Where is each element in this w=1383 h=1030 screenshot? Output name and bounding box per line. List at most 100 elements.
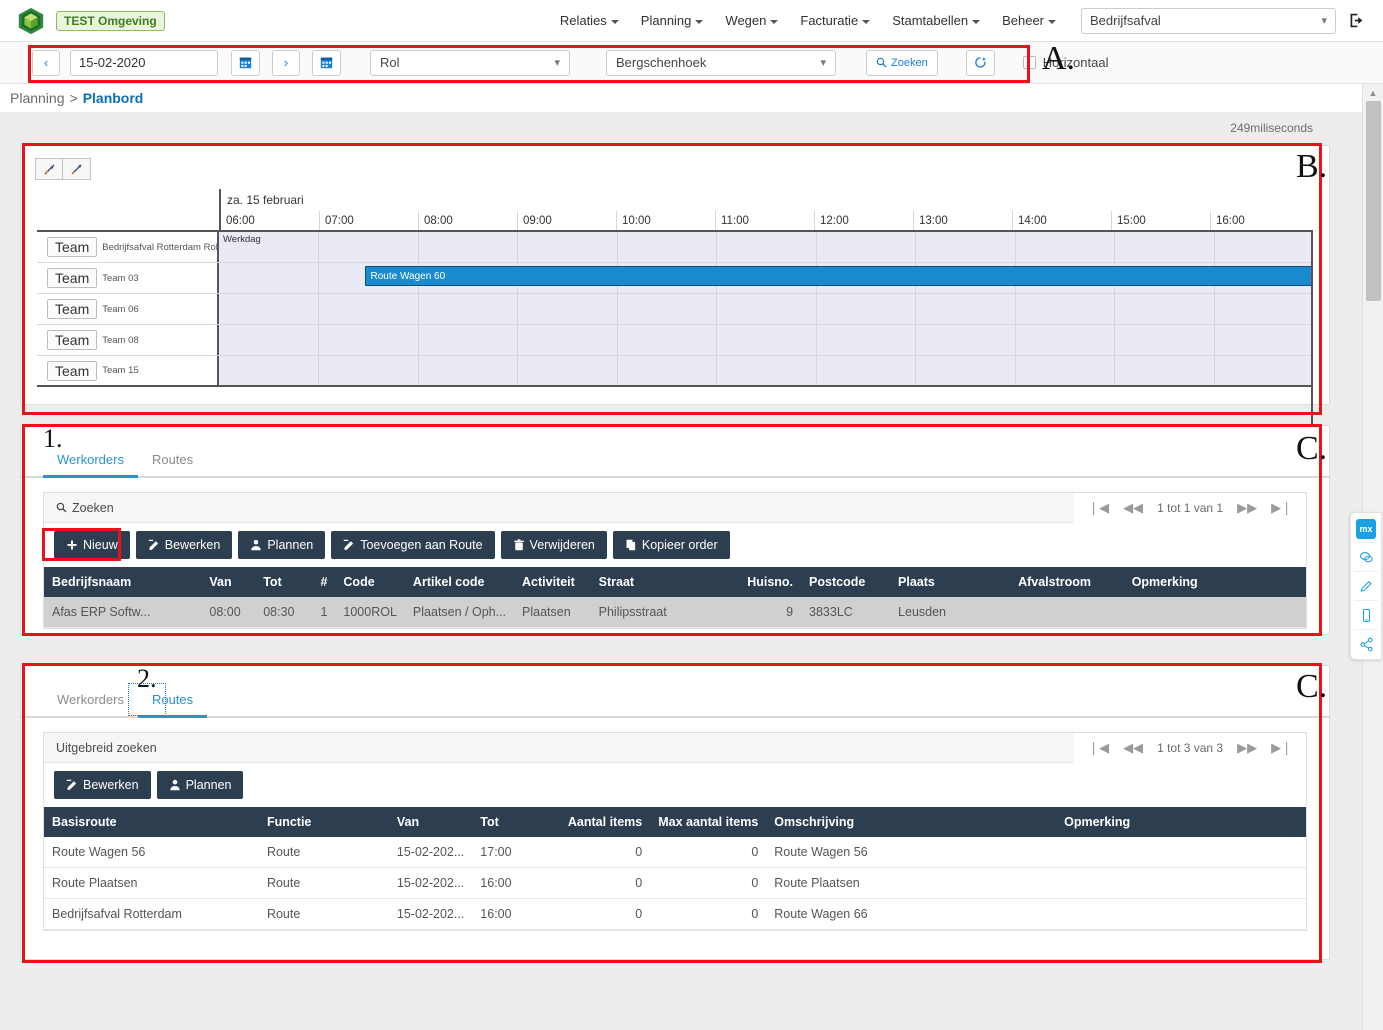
pager-first-button[interactable]: ❘◀ (1088, 500, 1109, 516)
team-badge-button[interactable]: Team (47, 268, 98, 288)
kopieer-order-button[interactable]: Kopieer order (612, 531, 730, 559)
bewerken-button[interactable]: Bewerken (135, 531, 233, 559)
gantt-lane[interactable]: Route Wagen 60 (219, 263, 1313, 293)
column-header[interactable]: Tot (472, 807, 539, 837)
team-badge-button[interactable]: Team (47, 299, 98, 319)
tab-routes[interactable]: Routes (138, 446, 207, 476)
column-header[interactable]: Activiteit (514, 567, 591, 597)
gantt-gridline (616, 294, 618, 324)
mendix-logo-icon[interactable]: mx (1356, 519, 1376, 539)
column-header[interactable]: Functie (258, 807, 389, 837)
team-badge-button[interactable]: Team (47, 330, 98, 350)
toevoegen-aan-route-button[interactable]: Toevoegen aan Route (331, 531, 495, 559)
scroll-up-arrow[interactable]: ▲ (1363, 84, 1383, 101)
team-badge-button[interactable]: Team (47, 360, 98, 381)
tab-werkorders[interactable]: Werkorders (43, 446, 138, 478)
refresh-button[interactable] (965, 49, 995, 76)
column-header[interactable]: Bedrijfsnaam (44, 567, 202, 597)
table-row[interactable]: Afas ERP Softw... 08:00 08:30 1 1000ROL Plaat… (44, 597, 1306, 628)
column-header[interactable]: Omschrijving (766, 807, 1057, 837)
werkorders-search-row[interactable]: Zoeken ❘◀ ◀◀ 1 tot 1 van 1 ▶▶ ▶❘ (44, 492, 1306, 523)
pager-last-button[interactable]: ▶❘ (1271, 500, 1292, 516)
column-header[interactable]: Plaats (890, 567, 1011, 597)
werkorders-table: Bedrijfsnaam Van Tot # Code Artikel code Activ… (44, 567, 1306, 628)
column-header[interactable]: Code (335, 567, 405, 597)
column-header[interactable]: Tot (255, 567, 305, 597)
horizontaal-toggle[interactable]: Horizontaal (1022, 55, 1108, 70)
table-cell: 3833LC (801, 597, 891, 628)
bewerken-button[interactable]: Bewerken (54, 771, 151, 799)
search-button[interactable]: Zoeken (866, 49, 938, 76)
gantt-gridline (1213, 232, 1215, 262)
column-header[interactable]: Basisroute (44, 807, 259, 837)
column-header[interactable]: Opmerking (1123, 567, 1306, 597)
routes-search-row[interactable]: Uitgebreid zoeken ❘◀ ◀◀ 1 tot 3 van 3 ▶▶… (44, 732, 1306, 763)
column-header[interactable]: # (304, 567, 336, 597)
table-row[interactable]: Route Wagen 56 Route 15-02-202... 17:00 0 0 Ro… (44, 837, 1306, 868)
app-logo-icon[interactable] (16, 6, 46, 36)
next-day-button[interactable]: › (272, 49, 300, 76)
rol-select[interactable]: Rol ▾ (370, 49, 570, 76)
nav-item-stamtabellen[interactable]: Stamtabellen (881, 7, 991, 34)
scrollbar-thumb[interactable] (1366, 101, 1381, 301)
column-header[interactable]: Postcode (801, 567, 891, 597)
company-select[interactable]: Bedrijfsafval ▾ (1081, 7, 1336, 34)
mobile-icon[interactable] (1354, 600, 1378, 626)
gantt-lane[interactable] (219, 294, 1313, 324)
nieuw-button[interactable]: Nieuw (54, 531, 130, 559)
prev-day-button[interactable]: ‹ (32, 49, 60, 76)
gantt-row[interactable]: Team Team 06 (37, 294, 1313, 325)
column-header[interactable]: Max aantal items (650, 807, 767, 837)
gantt-lane[interactable]: Werkdag (219, 232, 1313, 262)
plannen-button[interactable]: Plannen (238, 531, 326, 559)
nav-item-wegen[interactable]: Wegen (714, 7, 789, 34)
gantt-row[interactable]: Team Team 08 (37, 325, 1313, 356)
expand-button[interactable] (63, 158, 91, 180)
feedback-icon[interactable] (1354, 542, 1378, 568)
nav-item-facturatie[interactable]: Facturatie (789, 7, 881, 34)
pager-last-button[interactable]: ▶❘ (1271, 740, 1292, 756)
plannen-button[interactable]: Plannen (156, 771, 244, 799)
pager-next-button[interactable]: ▶▶ (1237, 740, 1257, 756)
werkorders-table-body: Afas ERP Softw... 08:00 08:30 1 1000ROL Plaat… (44, 597, 1306, 628)
column-header[interactable]: Van (201, 567, 256, 597)
column-header[interactable]: Afvalstroom (1010, 567, 1124, 597)
gantt-lane[interactable] (219, 325, 1313, 355)
nav-item-beheer[interactable]: Beheer (991, 7, 1067, 34)
table-row[interactable]: Route Plaatsen Route 15-02-202... 16:00 0 0 Ro… (44, 867, 1306, 899)
pager-prev-button[interactable]: ◀◀ (1123, 740, 1143, 756)
date-input[interactable]: 15-02-2020 (70, 49, 218, 76)
plaats-select[interactable]: Bergschenhoek ▾ (606, 49, 836, 76)
column-header[interactable]: Opmerking (1056, 807, 1306, 837)
column-header[interactable]: Huisno. (739, 567, 802, 597)
calendar-day-button[interactable] (231, 49, 260, 76)
table-row[interactable]: Bedrijfsafval Rotterdam Route 15-02-202...… (44, 898, 1306, 930)
tab-werkorders-2[interactable]: Werkorders (43, 686, 138, 716)
collapse-button[interactable] (35, 158, 63, 180)
column-header[interactable]: Van (388, 807, 473, 837)
nav-item-relaties[interactable]: Relaties (549, 7, 630, 34)
calendar-week-button[interactable] (312, 49, 341, 76)
column-header[interactable]: Artikel code (404, 567, 515, 597)
edit-icon[interactable] (1354, 571, 1378, 597)
share-icon[interactable] (1354, 629, 1378, 655)
column-header[interactable]: Aantal items (538, 807, 651, 837)
gantt-row[interactable]: Team Team 15 (37, 356, 1313, 387)
gantt-hour-tick: 11:00 (716, 211, 815, 230)
logout-button[interactable] (1348, 12, 1365, 29)
horizontaal-checkbox[interactable] (1022, 56, 1036, 69)
gantt-row[interactable]: Team Bedrijfsafval Rotterdam Rol Werkdag (37, 232, 1313, 263)
pager-prev-button[interactable]: ◀◀ (1123, 500, 1143, 516)
gantt-lane[interactable] (219, 356, 1313, 385)
pager-next-button[interactable]: ▶▶ (1237, 500, 1257, 516)
gantt-task-bar[interactable]: Route Wagen 60 (364, 266, 1313, 286)
pager-first-button[interactable]: ❘◀ (1088, 740, 1109, 756)
column-header[interactable]: Straat (590, 567, 740, 597)
gantt-row[interactable]: Team Team 03 Route Wagen 60 (37, 263, 1313, 294)
breadcrumb-parent[interactable]: Planning (10, 90, 65, 106)
nav-item-planning[interactable]: Planning (630, 7, 715, 34)
tab-routes-2[interactable]: Routes (137, 686, 208, 718)
verwijderen-button[interactable]: Verwijderen (500, 531, 607, 559)
team-badge-button[interactable]: Team (47, 237, 98, 257)
collapse-arrows-icon (44, 164, 54, 174)
